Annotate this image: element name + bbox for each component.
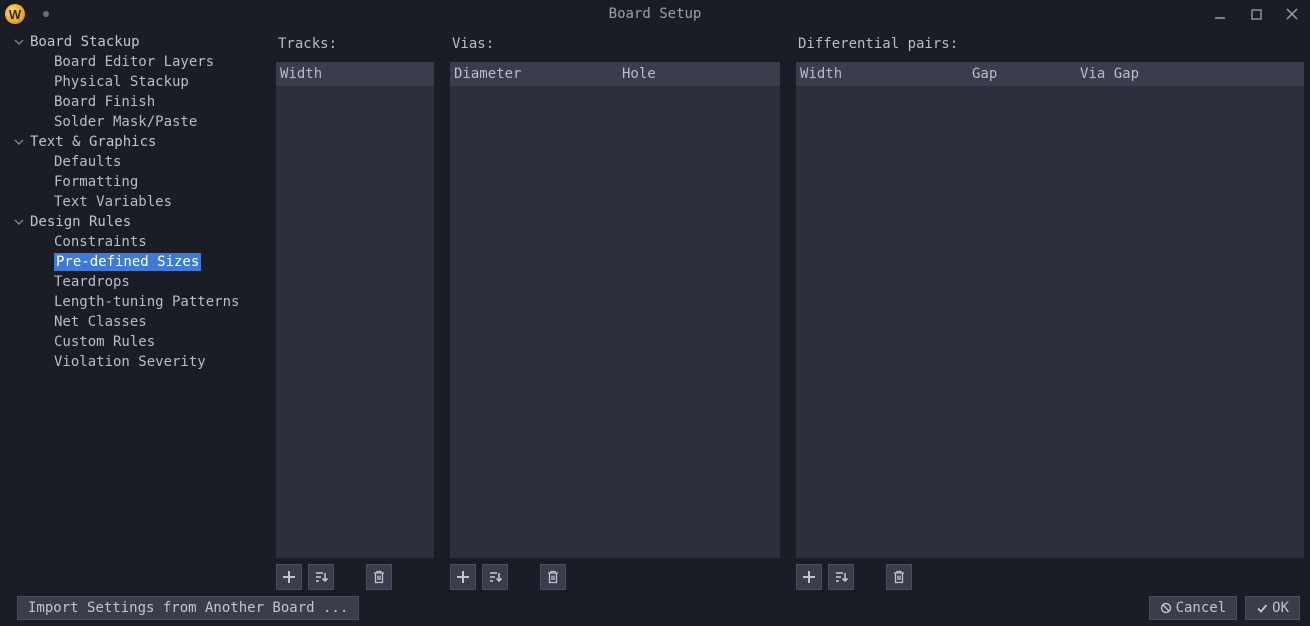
vias-add-button[interactable] — [450, 564, 476, 590]
sidebar-item-custom-rules[interactable]: Custom Rules — [0, 332, 270, 352]
sidebar-item-pre-defined-sizes[interactable]: Pre-defined Sizes — [0, 252, 270, 272]
diff-pairs-actions — [796, 558, 1304, 590]
close-icon — [1286, 8, 1298, 20]
plus-icon — [281, 569, 297, 585]
window-controls — [1202, 0, 1310, 28]
vias-delete-button[interactable] — [540, 564, 566, 590]
diff-pairs-grid[interactable]: Width Gap Via Gap — [796, 62, 1304, 558]
diff-sort-button[interactable] — [828, 564, 854, 590]
tracks-delete-button[interactable] — [366, 564, 392, 590]
tracks-grid-header: Width — [276, 62, 434, 86]
modified-indicator — [43, 11, 49, 17]
footer: Import Settings from Another Board ... C… — [0, 590, 1310, 626]
maximize-button[interactable] — [1238, 0, 1274, 28]
minimize-button[interactable] — [1202, 0, 1238, 28]
vias-actions — [450, 558, 780, 590]
sort-icon — [313, 569, 329, 585]
diff-header-via-gap: Via Gap — [1076, 66, 1304, 82]
plus-icon — [801, 569, 817, 585]
tracks-title: Tracks: — [276, 32, 434, 62]
tree-group-label: Board Stackup — [30, 34, 140, 50]
tracks-sort-button[interactable] — [308, 564, 334, 590]
diff-header-width: Width — [796, 66, 968, 82]
sort-icon — [487, 569, 503, 585]
check-icon — [1256, 602, 1268, 614]
maximize-icon — [1251, 9, 1262, 20]
chevron-down-icon — [14, 217, 24, 227]
sidebar-item-defaults[interactable]: Defaults — [0, 152, 270, 172]
sidebar-item-solder-mask-paste[interactable]: Solder Mask/Paste — [0, 112, 270, 132]
trash-icon — [892, 570, 906, 584]
close-button[interactable] — [1274, 0, 1310, 28]
titlebar: W Board Setup — [0, 0, 1310, 28]
sidebar-item-formatting[interactable]: Formatting — [0, 172, 270, 192]
sidebar-item-violation-severity[interactable]: Violation Severity — [0, 352, 270, 372]
tree-group-label: Design Rules — [30, 214, 131, 230]
diff-add-button[interactable] — [796, 564, 822, 590]
diff-pairs-column: Differential pairs: Width Gap Via Gap — [796, 32, 1304, 590]
main-area: Board Stackup Board Editor Layers Physic… — [0, 28, 1310, 590]
diff-pairs-grid-header: Width Gap Via Gap — [796, 62, 1304, 86]
import-settings-button[interactable]: Import Settings from Another Board ... — [17, 596, 359, 620]
tracks-add-button[interactable] — [276, 564, 302, 590]
content-area: Tracks: Width Vias: — [270, 28, 1310, 590]
vias-grid-body[interactable] — [450, 86, 780, 558]
vias-header-diameter: Diameter — [450, 66, 618, 82]
sidebar-item-net-classes[interactable]: Net Classes — [0, 312, 270, 332]
cancel-icon — [1160, 602, 1172, 614]
vias-grid[interactable]: Diameter Hole — [450, 62, 780, 558]
minimize-icon — [1214, 8, 1226, 20]
sidebar-item-length-tuning-patterns[interactable]: Length-tuning Patterns — [0, 292, 270, 312]
cancel-button[interactable]: Cancel — [1149, 596, 1238, 620]
sidebar-item-board-editor-layers[interactable]: Board Editor Layers — [0, 52, 270, 72]
vias-grid-header: Diameter Hole — [450, 62, 780, 86]
tree-group-board-stackup[interactable]: Board Stackup — [0, 32, 270, 52]
ok-button[interactable]: OK — [1245, 596, 1300, 620]
chevron-down-icon — [14, 37, 24, 47]
sidebar-item-constraints[interactable]: Constraints — [0, 232, 270, 252]
sidebar: Board Stackup Board Editor Layers Physic… — [0, 28, 270, 590]
sort-icon — [833, 569, 849, 585]
chevron-down-icon — [14, 137, 24, 147]
tracks-column: Tracks: Width — [276, 32, 434, 590]
tracks-header-width: Width — [276, 66, 434, 82]
tree-group-design-rules[interactable]: Design Rules — [0, 212, 270, 232]
diff-pairs-title: Differential pairs: — [796, 32, 1304, 62]
vias-column: Vias: Diameter Hole — [450, 32, 780, 590]
vias-title: Vias: — [450, 32, 780, 62]
sidebar-item-board-finish[interactable]: Board Finish — [0, 92, 270, 112]
app-icon: W — [5, 4, 25, 24]
vias-sort-button[interactable] — [482, 564, 508, 590]
sidebar-item-physical-stackup[interactable]: Physical Stackup — [0, 72, 270, 92]
tracks-grid-body[interactable] — [276, 86, 434, 558]
vias-header-hole: Hole — [618, 66, 780, 82]
window-title: Board Setup — [609, 6, 702, 22]
tracks-actions — [276, 558, 434, 590]
plus-icon — [455, 569, 471, 585]
sidebar-item-text-variables[interactable]: Text Variables — [0, 192, 270, 212]
trash-icon — [372, 570, 386, 584]
tree-group-text-graphics[interactable]: Text & Graphics — [0, 132, 270, 152]
diff-delete-button[interactable] — [886, 564, 912, 590]
tracks-grid[interactable]: Width — [276, 62, 434, 558]
diff-header-gap: Gap — [968, 66, 1076, 82]
tree-group-label: Text & Graphics — [30, 134, 156, 150]
trash-icon — [546, 570, 560, 584]
diff-pairs-grid-body[interactable] — [796, 86, 1304, 558]
sidebar-item-teardrops[interactable]: Teardrops — [0, 272, 270, 292]
